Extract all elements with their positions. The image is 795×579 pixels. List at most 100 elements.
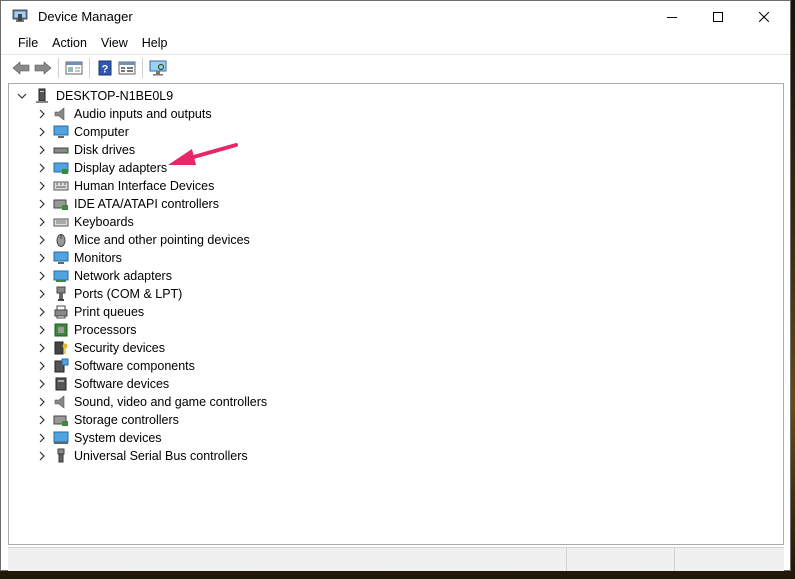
- security-key-icon: [54, 341, 68, 355]
- system-device-icon: [53, 431, 69, 444]
- ide-controller-icon: [53, 199, 68, 210]
- computer-icon: [53, 125, 69, 138]
- chevron-right-icon[interactable]: [36, 159, 48, 177]
- menu-action[interactable]: Action: [45, 33, 94, 53]
- chevron-right-icon[interactable]: [36, 321, 48, 339]
- tree-node[interactable]: Audio inputs and outputs: [36, 105, 212, 123]
- software-component-icon: [54, 358, 69, 373]
- toolbar-separator: [89, 58, 90, 78]
- tree-node-label: Monitors: [74, 251, 122, 265]
- tree-node-label: Sound, video and game controllers: [74, 395, 268, 409]
- help-icon: ?: [98, 60, 112, 76]
- storage-controller-icon: [53, 415, 68, 426]
- chevron-right-icon[interactable]: [36, 267, 48, 285]
- monitor-icon: [53, 251, 69, 264]
- properties-icon: [118, 61, 136, 75]
- tree-node[interactable]: Monitors: [36, 249, 122, 267]
- chevron-right-icon[interactable]: [36, 249, 48, 267]
- annotation-arrow: [168, 143, 238, 165]
- tree-node[interactable]: Disk drives: [36, 141, 135, 159]
- back-button[interactable]: [10, 57, 32, 79]
- tree-node[interactable]: Print queues: [36, 303, 144, 321]
- tree-node[interactable]: IDE ATA/ATAPI controllers: [36, 195, 219, 213]
- keyboard-icon: [53, 218, 69, 227]
- tree-node-label: IDE ATA/ATAPI controllers: [74, 197, 219, 211]
- menu-view[interactable]: View: [94, 33, 135, 53]
- arrow-left-icon: [12, 61, 30, 75]
- chevron-right-icon[interactable]: [36, 177, 48, 195]
- close-icon: [759, 11, 769, 22]
- window-title: Device Manager: [38, 9, 133, 24]
- device-tree-pane[interactable]: DESKTOP-N1BE0L9 Audio inputs and outputs…: [8, 83, 784, 545]
- computer-name: DESKTOP-N1BE0L9: [56, 89, 174, 103]
- chevron-right-icon[interactable]: [36, 357, 48, 375]
- usb-icon: [57, 448, 65, 463]
- tree-node-label: Display adapters: [74, 161, 168, 175]
- tree-node[interactable]: Sound, video and game controllers: [36, 393, 267, 411]
- tree-node[interactable]: Mice and other pointing devices: [36, 231, 250, 249]
- chevron-right-icon[interactable]: [36, 339, 48, 357]
- mouse-icon: [56, 234, 66, 247]
- tree-node-label: Security devices: [74, 341, 166, 355]
- minimize-button[interactable]: [649, 1, 695, 32]
- tree-node[interactable]: Display adapters: [36, 159, 167, 177]
- tree-node[interactable]: Processors: [36, 321, 137, 339]
- help-button[interactable]: ?: [94, 57, 116, 79]
- chevron-right-icon[interactable]: [36, 447, 48, 465]
- monitor-scan-icon: [149, 60, 167, 76]
- toolbar-separator: [142, 58, 143, 78]
- tree-node[interactable]: Ports (COM & LPT): [36, 285, 182, 303]
- arrow-right-icon: [34, 61, 52, 75]
- chevron-right-icon[interactable]: [36, 213, 48, 231]
- tree-root[interactable]: DESKTOP-N1BE0L9: [16, 87, 173, 105]
- chevron-right-icon[interactable]: [36, 123, 48, 141]
- tree-node[interactable]: Software components: [36, 357, 195, 375]
- chevron-right-icon[interactable]: [36, 195, 48, 213]
- device-manager-window: Device Manager File Action View Help ? D…: [0, 0, 791, 571]
- minimize-icon: [667, 16, 677, 18]
- title-bar[interactable]: Device Manager: [1, 1, 790, 32]
- port-icon: [56, 286, 66, 301]
- tree-node-label: Disk drives: [74, 143, 136, 157]
- menu-bar: File Action View Help: [1, 32, 790, 54]
- tree-node[interactable]: Human Interface Devices: [36, 177, 214, 195]
- printer-icon: [54, 305, 68, 319]
- properties-button[interactable]: [116, 57, 138, 79]
- tree-node[interactable]: Storage controllers: [36, 411, 179, 429]
- tree-node[interactable]: Computer: [36, 123, 129, 141]
- menu-file[interactable]: File: [11, 33, 45, 53]
- chevron-right-icon[interactable]: [36, 303, 48, 321]
- tree-node[interactable]: Universal Serial Bus controllers: [36, 447, 248, 465]
- tree-node-label: Computer: [74, 125, 129, 139]
- chevron-right-icon[interactable]: [36, 105, 48, 123]
- tree-node-label: Ports (COM & LPT): [74, 287, 183, 301]
- tree-node[interactable]: Security devices: [36, 339, 165, 357]
- forward-button[interactable]: [32, 57, 54, 79]
- chevron-right-icon[interactable]: [36, 375, 48, 393]
- chevron-right-icon[interactable]: [36, 231, 48, 249]
- maximize-icon: [713, 11, 723, 22]
- chevron-right-icon[interactable]: [36, 285, 48, 303]
- chevron-right-icon[interactable]: [36, 393, 48, 411]
- tree-node[interactable]: System devices: [36, 429, 162, 447]
- tree-node-label: Network adapters: [74, 269, 172, 283]
- chevron-down-icon[interactable]: [16, 87, 28, 105]
- tree-node-label: Universal Serial Bus controllers: [74, 449, 248, 463]
- chevron-right-icon[interactable]: [36, 141, 48, 159]
- status-bar: [8, 547, 784, 571]
- tree-node-label: System devices: [74, 431, 162, 445]
- tree-node-label: Print queues: [74, 305, 145, 319]
- tree-node[interactable]: Network adapters: [36, 267, 172, 285]
- menu-help[interactable]: Help: [135, 33, 175, 53]
- close-button[interactable]: [741, 1, 787, 32]
- chevron-right-icon[interactable]: [36, 429, 48, 447]
- scan-hardware-button[interactable]: [147, 57, 169, 79]
- tree-node[interactable]: Keyboards: [36, 213, 134, 231]
- maximize-button[interactable]: [695, 1, 741, 32]
- tree-node-label: Keyboards: [74, 215, 134, 229]
- tree-node[interactable]: Software devices: [36, 375, 169, 393]
- chevron-right-icon[interactable]: [36, 411, 48, 429]
- network-adapter-icon: [53, 270, 69, 282]
- show-hide-console-tree-button[interactable]: [63, 57, 85, 79]
- tree-node-label: Mice and other pointing devices: [74, 233, 250, 247]
